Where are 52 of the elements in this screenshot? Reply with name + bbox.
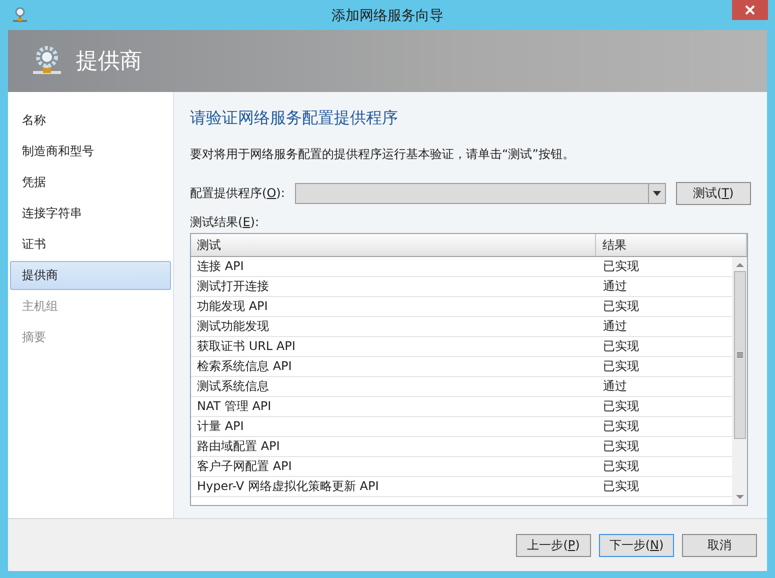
table-cell-text: 已实现	[602, 298, 640, 315]
grip-icon	[736, 352, 742, 358]
table-cell-text: 路由域配置 API	[196, 438, 281, 455]
description-text: 要对将用于网络服务配置的提供程序运行基本验证，请单击“测试”按钮。	[190, 146, 576, 163]
table-cell-text: 已实现	[602, 418, 640, 435]
table-cell-text: 已实现	[602, 458, 640, 475]
table-cell-text: 通过	[602, 318, 628, 335]
table-cell-text: 客户子网配置 API	[196, 458, 293, 475]
results-label: 测试结果(E):	[190, 214, 260, 231]
table-cell-text: 检索系统信息 API	[196, 358, 293, 375]
table-cell-text: 通过	[602, 378, 628, 395]
table-cell-text: 获取证书 URL API	[196, 338, 296, 355]
table-cell-text: 测试功能发现	[196, 318, 270, 335]
table-cell-text: 功能发现 API	[196, 298, 269, 315]
wizard-button[interactable]: 上一步(P)	[516, 534, 591, 556]
sidebar-item[interactable]: 凭据	[10, 168, 171, 197]
sidebar-item[interactable]: 连接字符串	[10, 199, 171, 228]
test-button[interactable]: 测试(T)	[676, 182, 751, 205]
table-cell-text: 已实现	[602, 358, 640, 375]
table-cell-text: 已实现	[602, 338, 640, 355]
close-button[interactable]	[732, 0, 768, 20]
table-cell-text: NAT 管理 API	[196, 398, 272, 415]
column-header[interactable]: 测试	[191, 234, 596, 256]
scrollbar[interactable]	[732, 257, 747, 505]
table-cell-text: 通过	[602, 278, 628, 295]
table-cell-text: 已实现	[602, 258, 640, 275]
scroll-down-icon	[736, 493, 744, 501]
table-cell-text: 连接 API	[196, 258, 245, 275]
table-cell-text: 测试系统信息	[196, 378, 270, 395]
sidebar-item[interactable]: 制造商和型号	[10, 137, 171, 166]
wizard-button[interactable]: 取消	[682, 534, 757, 556]
sidebar-item[interactable]: 证书	[10, 230, 171, 259]
table-cell-text: 已实现	[602, 398, 640, 415]
field-label: 配置提供程序(O):	[190, 185, 285, 202]
table-cell-text: 测试打开连接	[196, 278, 270, 295]
sidebar-item[interactable]: 名称	[10, 106, 171, 135]
gear-network-icon	[32, 45, 62, 77]
table-cell-text: 已实现	[602, 478, 640, 495]
column-header[interactable]: 结果	[596, 234, 747, 256]
sidebar-item[interactable]: 提供商	[10, 261, 171, 290]
table-cell-text: 计量 API	[196, 418, 245, 435]
window-title: 添加网络服务向导	[332, 7, 444, 25]
wizard-button[interactable]: 下一步(N)	[599, 534, 674, 556]
close-icon	[745, 5, 755, 15]
page-title: 提供商	[76, 48, 142, 76]
caret-icon	[652, 191, 661, 196]
table-cell-text: Hyper-V 网络虚拟化策略更新 API	[196, 478, 380, 495]
network-icon	[12, 6, 28, 24]
scroll-up-icon	[736, 261, 744, 269]
table-cell-text: 已实现	[602, 438, 640, 455]
section-heading: 请验证网络服务配置提供程序	[190, 108, 399, 129]
provider-dropdown[interactable]	[294, 183, 666, 204]
